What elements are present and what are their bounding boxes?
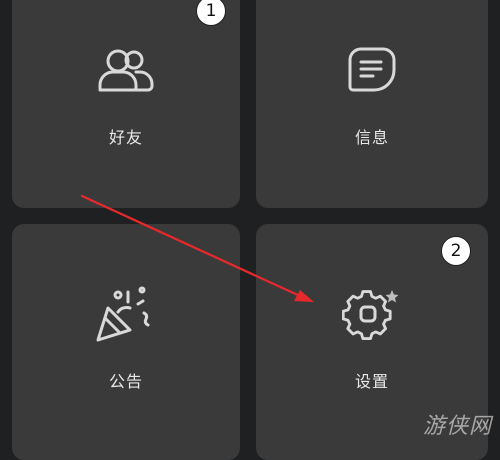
gear-icon	[342, 290, 399, 340]
messages-tile[interactable]: 信息	[256, 0, 488, 208]
friends-label: 好友	[108, 128, 143, 147]
step-badge-2: 2	[441, 236, 471, 266]
messages-label: 信息	[354, 128, 389, 147]
settings-label: 设置	[354, 372, 389, 391]
watermark: 游侠网	[422, 414, 492, 439]
friends-icon	[98, 49, 154, 92]
notice-tile[interactable]: 公告	[12, 224, 240, 460]
party-popper-icon	[96, 286, 150, 342]
friends-tile[interactable]: 好友	[12, 0, 240, 208]
message-icon	[348, 47, 396, 92]
notice-label: 公告	[108, 372, 143, 391]
